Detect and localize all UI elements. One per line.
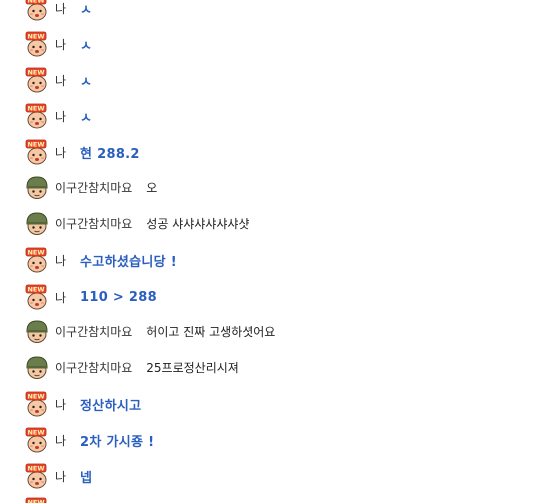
chat-message-row: 이구간참치마요 25프로정산리시져 [24, 354, 239, 380]
sender-name: 나 [55, 1, 67, 16]
message-text: 넵 [80, 470, 93, 486]
new-badge-face-icon: NEW [24, 497, 50, 503]
message-text: ㅅ [80, 74, 93, 90]
chat-message-row: 이구간참치마요 성공 샤샤샤샤샤샤샷 [24, 210, 249, 236]
chat-message-row: NEW [24, 497, 50, 503]
message-text: 오 [146, 180, 158, 195]
chat-message-row: 이구간참치마요 오 [24, 174, 157, 200]
new-badge-face-icon: NEW [24, 427, 50, 453]
sender-name: 이구간참치마요 [55, 324, 133, 339]
sender-name: 이구간참치마요 [55, 180, 133, 195]
message-text: 수고하셨습니당 ! [80, 254, 177, 270]
soldier-helmet-face-icon [24, 318, 50, 344]
message-text: ㅅ [80, 38, 93, 54]
new-badge-face-icon: NEW [24, 103, 50, 129]
chat-message-row: NEW 나 ㅅ [24, 0, 92, 21]
chat-message-row: NEW 나 수고하셨습니당 ! [24, 247, 177, 273]
message-text: 25프로정산리시져 [146, 360, 239, 375]
message-text: 110 > 288 [80, 289, 157, 305]
soldier-helmet-face-icon [24, 174, 50, 200]
svg-text:NEW: NEW [27, 429, 44, 437]
sender-name: 나 [55, 37, 67, 52]
chat-log: NEW 나 ㅅ NEW 나 ㅅ NEW 나 ㅅ NEW 나 ㅅ NEW 나 현 … [0, 0, 535, 503]
sender-name: 나 [55, 145, 67, 160]
sender-name: 나 [55, 73, 67, 88]
sender-name: 나 [55, 253, 67, 268]
new-badge-face-icon: NEW [24, 0, 50, 21]
sender-name: 나 [55, 109, 67, 124]
message-text: ㅅ [80, 2, 93, 18]
sender-name: 이구간참치마요 [55, 216, 133, 231]
soldier-helmet-face-icon [24, 210, 50, 236]
message-text: ㅅ [80, 110, 93, 126]
chat-message-row: NEW 나 ㅅ [24, 31, 92, 57]
message-text: 성공 샤샤샤샤샤샤샷 [146, 216, 250, 231]
chat-message-row: 이구간참치마요 허이고 진짜 고생하셧어요 [24, 318, 275, 344]
sender-name: 이구간참치마요 [55, 360, 133, 375]
chat-message-row: NEW 나 ㅅ [24, 103, 92, 129]
message-text: 허이고 진짜 고생하셧어요 [146, 324, 276, 339]
chat-message-row: NEW 나 110 > 288 [24, 284, 157, 310]
message-text: 현 288.2 [80, 146, 140, 162]
svg-text:NEW: NEW [27, 465, 44, 473]
chat-message-row: NEW 나 현 288.2 [24, 139, 140, 165]
sender-name: 나 [55, 290, 67, 305]
svg-text:NEW: NEW [27, 33, 44, 41]
chat-message-row: NEW 나 정산하시고 [24, 391, 141, 417]
sender-name: 나 [55, 397, 67, 412]
svg-text:NEW: NEW [27, 69, 44, 77]
new-badge-face-icon: NEW [24, 463, 50, 489]
chat-message-row: NEW 나 2차 가시죵 ! [24, 427, 154, 453]
svg-text:NEW: NEW [27, 499, 44, 503]
svg-text:NEW: NEW [27, 393, 44, 401]
svg-text:NEW: NEW [27, 286, 44, 294]
new-badge-face-icon: NEW [24, 31, 50, 57]
new-badge-face-icon: NEW [24, 391, 50, 417]
soldier-helmet-face-icon [24, 354, 50, 380]
chat-message-row: NEW 나 넵 [24, 463, 92, 489]
new-badge-face-icon: NEW [24, 284, 50, 310]
svg-text:NEW: NEW [27, 105, 44, 113]
new-badge-face-icon: NEW [24, 247, 50, 273]
svg-text:NEW: NEW [27, 0, 44, 5]
chat-message-row: NEW 나 ㅅ [24, 67, 92, 93]
sender-name: 나 [55, 433, 67, 448]
message-text: 정산하시고 [80, 398, 142, 414]
svg-text:NEW: NEW [27, 249, 44, 257]
sender-name: 나 [55, 469, 67, 484]
new-badge-face-icon: NEW [24, 139, 50, 165]
new-badge-face-icon: NEW [24, 67, 50, 93]
message-text: 2차 가시죵 ! [80, 434, 155, 450]
svg-text:NEW: NEW [27, 141, 44, 149]
